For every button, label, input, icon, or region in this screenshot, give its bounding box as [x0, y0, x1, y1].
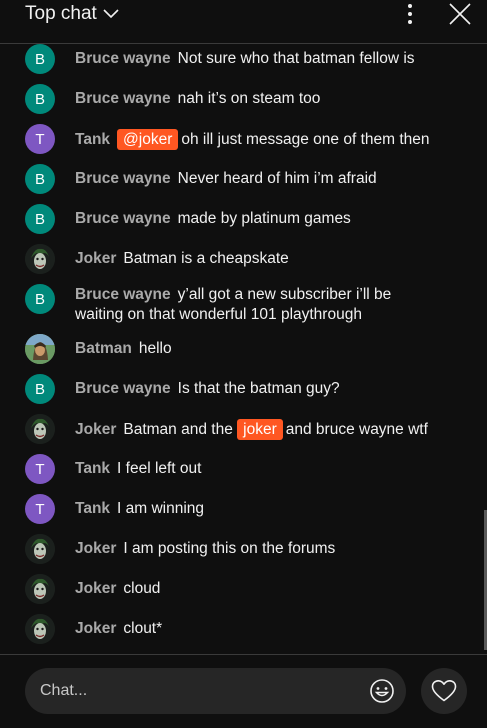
avatar-letter: B	[34, 210, 45, 228]
message-content: Bruce wayne Is that the batman guy?	[75, 379, 465, 399]
message-text: I am posting this on the forums	[123, 540, 336, 557]
avatar[interactable]: B	[25, 164, 55, 194]
live-chat-panel: Top chat B Bruce wayne Not sure who that …	[0, 0, 487, 728]
chevron-down-icon	[103, 9, 119, 19]
author-name[interactable]: Batman	[75, 340, 132, 357]
mention-highlight: @joker	[117, 129, 179, 150]
avatar-letter: T	[35, 460, 45, 478]
message-text: I am winning	[117, 500, 205, 517]
author-name[interactable]: Joker	[75, 250, 116, 267]
mention-highlight: joker	[237, 419, 283, 440]
batman-avatar-image	[25, 334, 55, 364]
avatar[interactable]	[25, 614, 55, 644]
author-name[interactable]: Bruce wayne	[75, 170, 171, 187]
avatar[interactable]	[25, 574, 55, 604]
more-vertical-icon[interactable]	[399, 2, 421, 26]
footer-divider	[0, 654, 487, 655]
message-content: Bruce wayne made by platinum games	[75, 209, 465, 229]
joker-avatar-image	[25, 244, 55, 274]
avatar[interactable]	[25, 334, 55, 364]
avatar[interactable]: T	[25, 124, 55, 154]
chat-input-field[interactable]: Chat...	[25, 668, 406, 714]
chat-mode-label: Top chat	[25, 3, 97, 24]
message-content: Joker cloud	[75, 579, 465, 599]
message-content: Joker Batman is a cheapskate	[75, 249, 465, 269]
author-name[interactable]: Bruce wayne	[75, 90, 171, 107]
message-content: Tank @joker oh ill just message one of the…	[75, 129, 465, 150]
message-text: cloud	[123, 580, 161, 597]
joker-avatar-image	[25, 614, 55, 644]
message-content: Tank I am winning	[75, 499, 465, 519]
author-name[interactable]: Bruce wayne	[75, 380, 171, 397]
emoji-smile-icon[interactable]	[369, 678, 395, 704]
message-text: I feel left out	[117, 460, 202, 477]
message-text: hello	[138, 340, 172, 357]
author-name[interactable]: Tank	[75, 131, 110, 148]
avatar[interactable]: B	[25, 44, 55, 74]
message-content: Bruce wayne Never heard of him i’m afraid	[75, 169, 465, 189]
message-text: Never heard of him i’m afraid	[177, 170, 377, 187]
close-icon[interactable]	[448, 2, 472, 26]
author-name[interactable]: Joker	[75, 421, 116, 438]
chat-mode-dropdown[interactable]: Top chat	[25, 3, 119, 25]
avatar[interactable]	[25, 414, 55, 444]
author-name[interactable]: Joker	[75, 620, 116, 637]
avatar[interactable]	[25, 244, 55, 274]
avatar[interactable]: T	[25, 454, 55, 484]
avatar-letter: T	[35, 130, 45, 148]
author-name[interactable]: Tank	[75, 460, 110, 477]
avatar[interactable]: B	[25, 284, 55, 314]
message-content: Bruce wayne nah it’s on steam too	[75, 89, 465, 109]
message-text-before: Batman and the	[123, 421, 233, 438]
message-content: Joker Batman and the joker and bruce wayne…	[75, 419, 465, 440]
avatar-letter: T	[35, 500, 45, 518]
message-text: made by platinum games	[177, 210, 351, 227]
author-name[interactable]: Tank	[75, 500, 110, 517]
author-name[interactable]: Joker	[75, 540, 116, 557]
avatar[interactable]: B	[25, 374, 55, 404]
message-text: Not sure who that batman fellow is	[177, 50, 415, 67]
author-name[interactable]: Joker	[75, 580, 116, 597]
message-content: Batman hello	[75, 339, 465, 359]
avatar-letter: B	[34, 380, 45, 398]
avatar-letter: B	[34, 290, 45, 308]
avatar-letter: B	[34, 90, 45, 108]
chat-input-placeholder: Chat...	[40, 682, 88, 699]
message-content: Bruce wayne Not sure who that batman fell…	[75, 49, 465, 69]
author-name[interactable]: Bruce wayne	[75, 210, 171, 227]
chat-header: Top chat	[0, 0, 487, 44]
avatar-letter: B	[34, 170, 45, 188]
chat-message-list[interactable]: B Bruce wayne Not sure who that batman fe…	[0, 44, 487, 655]
message-content: Tank I feel left out	[75, 459, 465, 479]
avatar[interactable]: B	[25, 84, 55, 114]
message-text: nah it’s on steam too	[177, 90, 321, 107]
message-text: clout*	[123, 620, 163, 637]
avatar[interactable]: B	[25, 204, 55, 234]
message-content: Bruce wayne y’all got a new subscriber i’…	[75, 285, 415, 325]
joker-avatar-image	[25, 414, 55, 444]
joker-avatar-image	[25, 534, 55, 564]
avatar[interactable]	[25, 534, 55, 564]
avatar[interactable]: T	[25, 494, 55, 524]
heart-icon	[431, 680, 457, 702]
message-text: Batman is a cheapskate	[123, 250, 289, 267]
avatar-letter: B	[34, 50, 45, 68]
message-content: Joker clout*	[75, 619, 465, 639]
author-name[interactable]: Bruce wayne	[75, 50, 171, 67]
message-text: Is that the batman guy?	[177, 380, 340, 397]
message-content: Joker I am posting this on the forums	[75, 539, 465, 559]
author-name[interactable]: Bruce wayne	[75, 286, 171, 303]
message-text: oh ill just message one of them then	[181, 131, 430, 148]
message-text: and bruce wayne wtf	[285, 421, 428, 438]
like-button[interactable]	[421, 668, 467, 714]
joker-avatar-image	[25, 574, 55, 604]
